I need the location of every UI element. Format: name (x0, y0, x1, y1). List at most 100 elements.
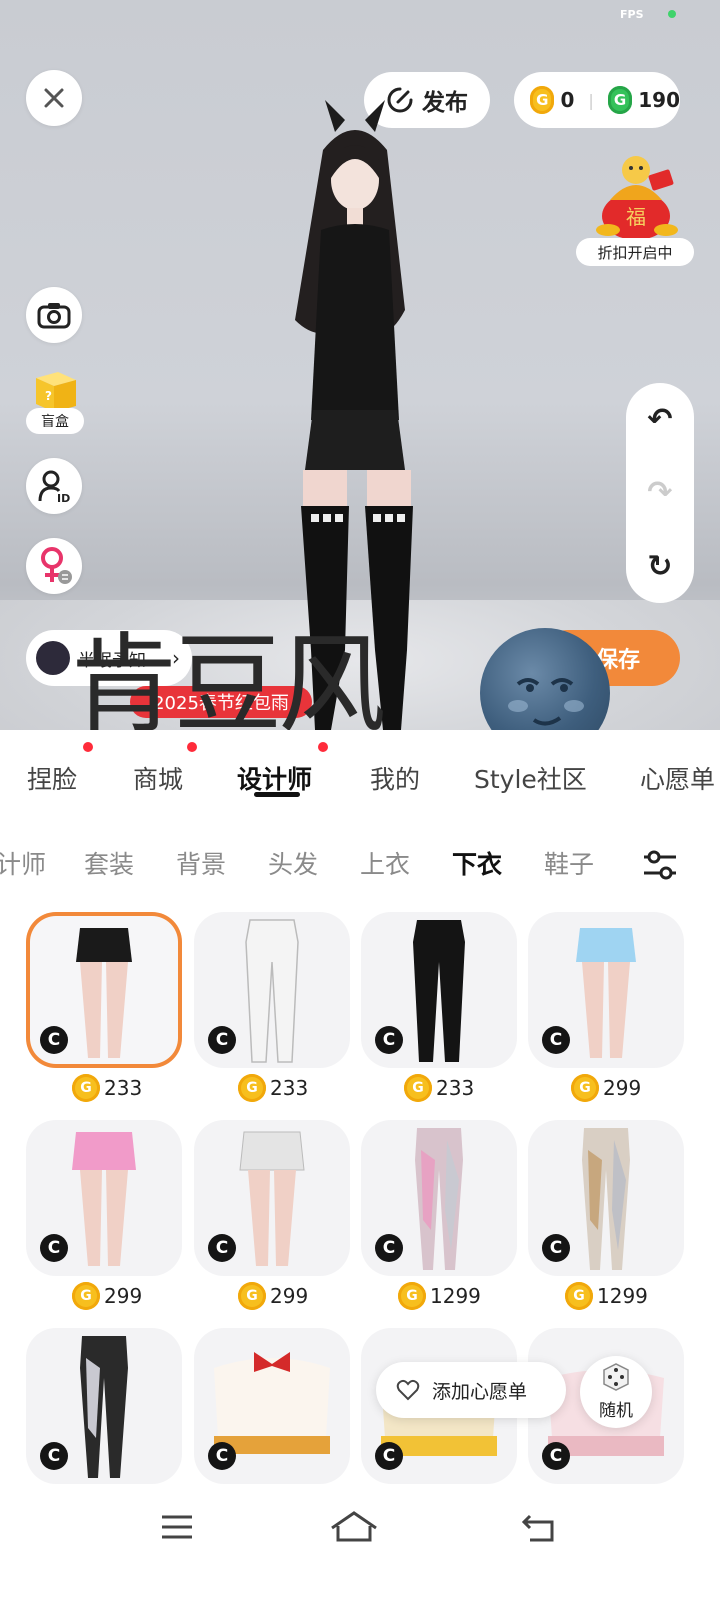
creator-badge-icon: C (375, 1026, 403, 1054)
avatar (36, 641, 70, 675)
heart-icon (396, 1379, 420, 1401)
home-icon[interactable] (330, 1510, 378, 1542)
currency-divider: | (588, 90, 594, 110)
subtab-designer[interactable]: 计师 (0, 845, 46, 881)
creator-badge-icon: C (40, 1234, 68, 1262)
item-card[interactable]: C (528, 912, 684, 1068)
svg-text:福: 福 (626, 205, 646, 229)
item-price-value: 299 (603, 1076, 642, 1100)
subtab-background[interactable]: 背景 (176, 845, 226, 881)
currency-pill[interactable]: G 0 | G 190 (514, 72, 680, 128)
tab-style-community[interactable]: Style社区 (474, 760, 587, 796)
category-tabs: 计师 套装 背景 头发 上衣 下衣 鞋子 (0, 830, 720, 900)
main-tabs: 捏脸 商城 设计师 我的 Style社区 心愿单 (0, 730, 720, 820)
creator-badge-icon: C (542, 1026, 570, 1054)
item-card[interactable]: C (361, 912, 517, 1068)
item-card[interactable]: C (26, 912, 182, 1068)
item-card[interactable]: C (26, 1120, 182, 1276)
item-card[interactable]: C (194, 1328, 350, 1484)
gold-coin-icon: G (72, 1074, 100, 1102)
add-wishlist-label: 添加心愿单 (432, 1380, 528, 1403)
female-icon (41, 547, 72, 584)
creator-badge-icon: C (208, 1234, 236, 1262)
user-id-icon: ID (38, 470, 70, 503)
gold-coin-icon: G (565, 1282, 593, 1310)
camera-button[interactable] (26, 287, 82, 343)
undo-icon[interactable]: ↶ (647, 402, 672, 437)
redo-icon[interactable]: ↷ (647, 475, 672, 510)
item-card[interactable]: C (194, 1120, 350, 1276)
lucky-bag-icon: 福 (596, 156, 678, 240)
item-price: G 233 (404, 1074, 474, 1102)
item-card[interactable]: C (194, 912, 350, 1068)
back-icon[interactable] (520, 1512, 556, 1542)
subtab-top[interactable]: 上衣 (360, 845, 410, 881)
creator-badge-icon: C (40, 1442, 68, 1470)
creator-badge-icon: C (542, 1442, 570, 1470)
item-price-value: 1299 (597, 1284, 648, 1308)
gold-coin-count: 0 (560, 88, 575, 112)
fps-label: FPS (620, 8, 644, 21)
creator-badge-icon: C (375, 1442, 403, 1470)
history-panel: ↶ ↷ ↻ (626, 383, 694, 603)
random-label: 随机 (599, 1401, 633, 1421)
item-card[interactable]: C (361, 1120, 517, 1276)
item-price: G 1299 (398, 1282, 481, 1310)
item-price-value: 233 (436, 1076, 475, 1100)
blindbox-button[interactable]: ? 盲盒 (26, 368, 84, 434)
blindbox-label: 盲盒 (26, 408, 84, 434)
green-coin-icon: G (607, 86, 633, 114)
item-card[interactable]: C (528, 1120, 684, 1276)
tab-mine[interactable]: 我的 (370, 760, 420, 796)
close-icon (44, 88, 64, 108)
tab-mall-dot (187, 742, 197, 752)
item-price-value: 299 (270, 1284, 309, 1308)
gold-coin-icon: G (72, 1282, 100, 1310)
item-card[interactable]: C (26, 1328, 182, 1484)
creator-badge-icon: C (40, 1026, 68, 1054)
tab-designer-dot (318, 742, 328, 752)
gender-switch-button[interactable] (26, 538, 82, 594)
menu-icon[interactable] (160, 1514, 194, 1540)
green-coin-count: 190 (638, 88, 680, 112)
filter-icon[interactable] (642, 848, 678, 882)
tab-face[interactable]: 捏脸 (27, 760, 77, 796)
svg-text:?: ? (45, 389, 52, 403)
creator-badge-icon: C (542, 1234, 570, 1262)
tab-indicator (254, 792, 300, 797)
item-price: G 233 (72, 1074, 142, 1102)
gold-coin-icon: G (571, 1074, 599, 1102)
add-wishlist-button[interactable]: 添加心愿单 (376, 1362, 566, 1418)
gold-coin-icon: G (404, 1074, 432, 1102)
item-price-value: 233 (270, 1076, 309, 1100)
tab-wishlist[interactable]: 心愿单 (640, 760, 715, 796)
tab-designer[interactable]: 设计师 (237, 760, 312, 796)
gold-coin-icon: G (238, 1074, 266, 1102)
creator-badge-icon: C (375, 1234, 403, 1262)
subtab-bottom[interactable]: 下衣 (452, 845, 502, 881)
subtab-hair[interactable]: 头发 (268, 845, 318, 881)
fps-indicator (668, 10, 676, 18)
item-price-value: 1299 (430, 1284, 481, 1308)
camera-icon (37, 303, 71, 329)
item-price: G 1299 (565, 1282, 648, 1310)
gold-coin-icon: G (530, 86, 555, 114)
item-price: G 299 (238, 1282, 308, 1310)
tab-face-dot (83, 742, 93, 752)
svg-text:ID: ID (57, 492, 70, 503)
promo-label: 折扣开启中 (576, 238, 694, 266)
item-price: G 233 (238, 1074, 308, 1102)
item-price: G 299 (72, 1282, 142, 1310)
reset-icon[interactable]: ↻ (647, 549, 672, 584)
tab-mall[interactable]: 商城 (133, 760, 183, 796)
item-price-value: 233 (104, 1076, 143, 1100)
random-button[interactable]: 随机 (580, 1356, 652, 1428)
gold-coin-icon: G (238, 1282, 266, 1310)
close-button[interactable] (26, 70, 82, 126)
subtab-suit[interactable]: 套装 (84, 845, 134, 881)
subtab-shoes[interactable]: 鞋子 (544, 845, 594, 881)
dice-icon (603, 1363, 629, 1391)
avatar-id-button[interactable]: ID (26, 458, 82, 514)
promo-button[interactable]: 福 折扣开启中 (576, 150, 698, 268)
creator-badge-icon: C (208, 1442, 236, 1470)
